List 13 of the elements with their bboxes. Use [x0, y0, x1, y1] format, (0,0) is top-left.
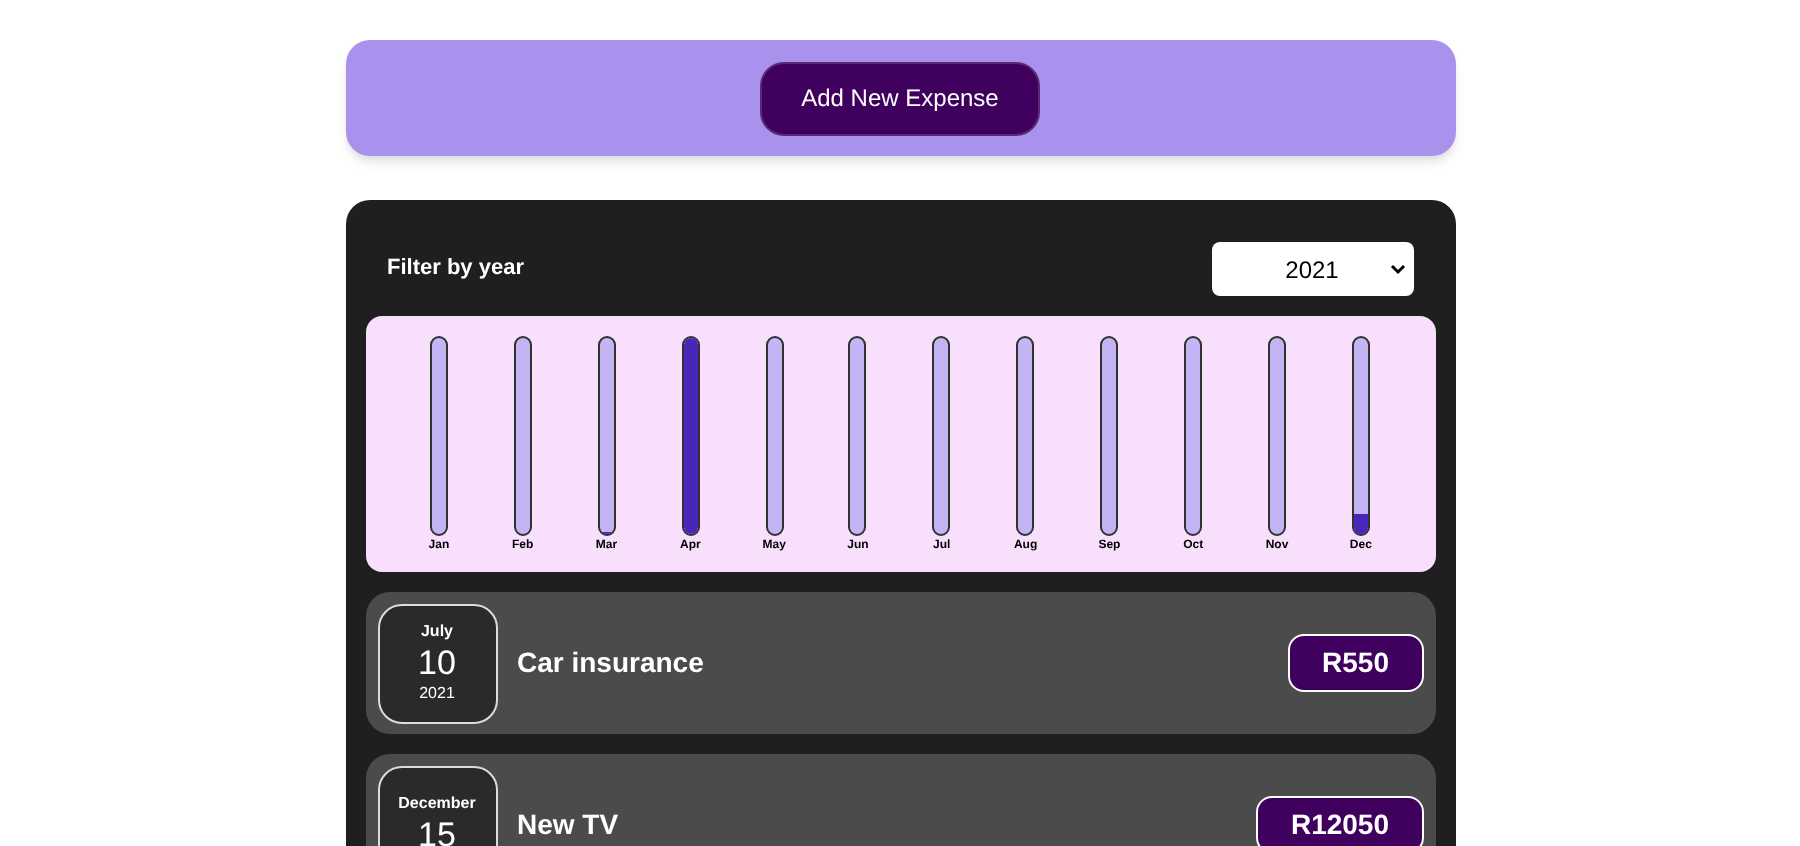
expense-amount: R12050 — [1256, 796, 1423, 846]
year-select[interactable]: 2021 — [1211, 242, 1413, 296]
chevron-down-icon — [1389, 263, 1405, 275]
date-month: July — [420, 621, 453, 642]
add-expense-button[interactable]: Add New Expense — [759, 61, 1041, 135]
expense-title: Car insurance — [517, 644, 706, 682]
date-year: 2021 — [419, 684, 455, 705]
date-month: December — [398, 793, 476, 814]
date-day: 15 — [418, 813, 456, 846]
date-day: 10 — [418, 641, 456, 685]
filter-label: Filter by year — [387, 254, 524, 285]
expense-title: New TV — [517, 806, 621, 844]
expense-amount: R550 — [1288, 634, 1423, 692]
